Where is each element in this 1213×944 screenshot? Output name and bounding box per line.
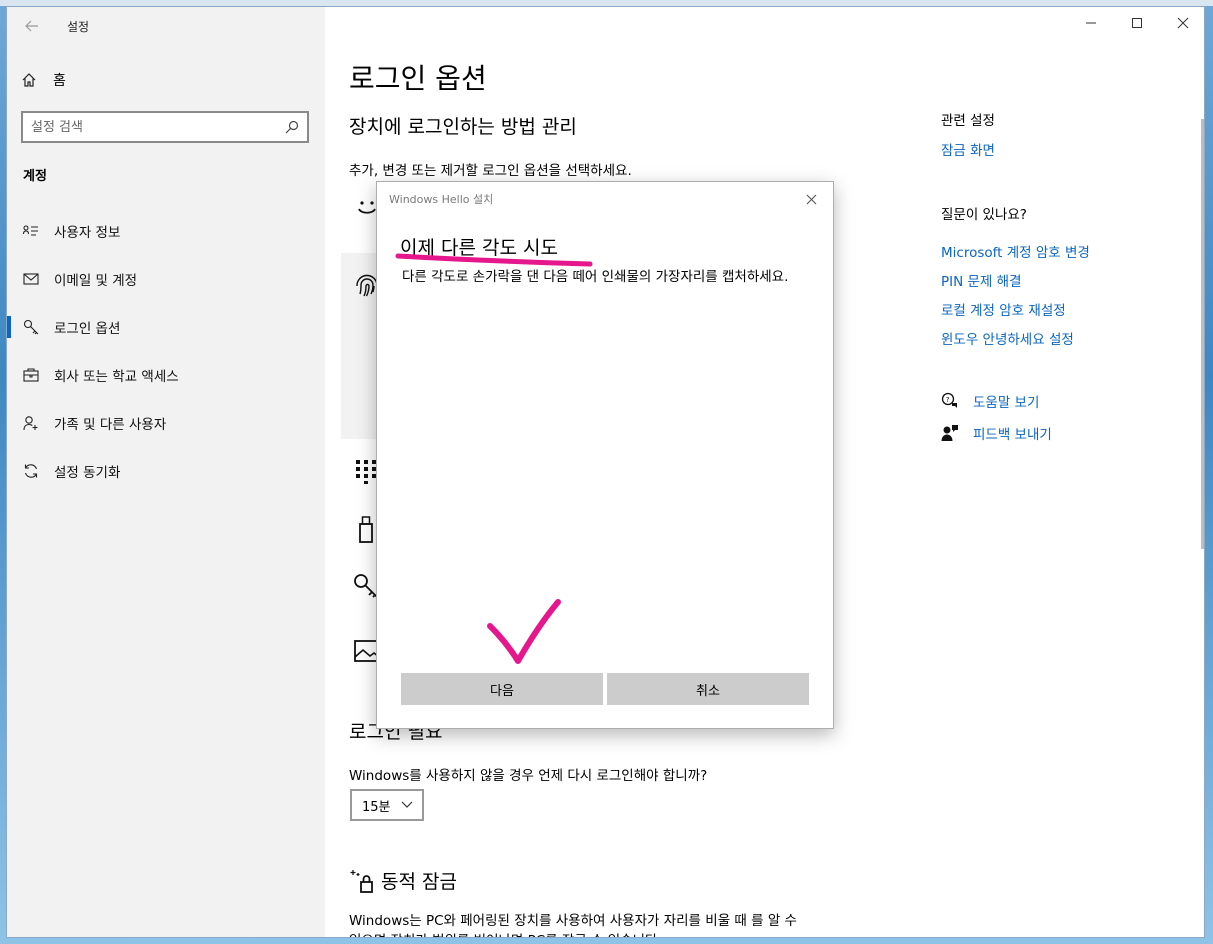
help-link-hello-setup[interactable]: 윈도우 안녕하세요 설정 <box>941 328 1201 348</box>
dialog-heading: 이제 다른 각도 시도 <box>400 237 558 259</box>
chevron-down-icon <box>401 799 413 812</box>
minimize-button[interactable] <box>1068 7 1114 39</box>
related-settings: 관련 설정 잠금 화면 <box>941 109 1201 159</box>
feedback-icon <box>941 425 958 441</box>
close-icon <box>1177 17 1189 29</box>
sidebar-item-signin-options[interactable]: 로그인 옵션 <box>7 303 325 351</box>
svg-text:?: ? <box>946 396 950 404</box>
related-settings-heading: 관련 설정 <box>941 113 995 129</box>
feedback-link[interactable]: 피드백 보내기 <box>941 417 1052 449</box>
nav-home[interactable]: 홈 <box>21 69 66 91</box>
app-title: 설정 <box>67 19 90 34</box>
dynamic-lock-heading: 동적 잠금 <box>381 871 457 893</box>
timeout-dropdown[interactable]: 15분 <box>350 789 424 821</box>
dialog-title: Windows Hello 설치 <box>389 193 494 206</box>
support-section: ? 도움말 보기 피드백 보내기 <box>941 385 1052 449</box>
sidebar-item-label: 이메일 및 계정 <box>54 273 138 289</box>
page-title: 로그인 옵션 <box>349 62 487 95</box>
back-button[interactable] <box>21 16 43 36</box>
get-help-link[interactable]: ? 도움말 보기 <box>941 385 1052 417</box>
windows-hello-dialog: Windows Hello 설치 이제 다른 각도 시도 다른 각도로 손가락을… <box>376 181 834 729</box>
timeout-value: 15분 <box>362 799 391 815</box>
sidebar-item-label: 가족 및 다른 사용자 <box>54 417 167 433</box>
maximize-button[interactable] <box>1114 7 1160 39</box>
sidebar-item-user-info[interactable]: 사용자 정보 <box>7 207 325 255</box>
close-button[interactable] <box>1160 7 1204 39</box>
sidebar-item-email[interactable]: 이메일 및 계정 <box>7 255 325 303</box>
minimize-icon <box>1086 22 1096 24</box>
search-icon[interactable] <box>285 120 299 134</box>
signin-question: Windows를 사용하지 않을 경우 언제 다시 로그인해야 합니까? <box>349 768 708 784</box>
help-section: 질문이 있나요? Microsoft 계정 암호 변경 PIN 문제 해결 로컬… <box>941 203 1201 357</box>
dialog-instructions: 다른 각도로 손가락을 댄 다음 떼어 인쇄물의 가장자리를 캡처하세요. <box>402 269 789 285</box>
get-help-label: 도움말 보기 <box>973 395 1040 411</box>
lock-screen-link[interactable]: 잠금 화면 <box>941 139 1201 159</box>
sidebar-item-label: 사용자 정보 <box>54 225 121 241</box>
sidebar-item-label: 로그인 옵션 <box>54 321 121 337</box>
help-heading: 질문이 있나요? <box>941 207 1027 223</box>
sidebar-item-label: 설정 동기화 <box>54 465 121 481</box>
cancel-button[interactable]: 취소 <box>607 673 809 705</box>
dynamic-lock-heading-row: 동적 잠금 <box>349 867 457 894</box>
briefcase-icon <box>23 368 39 382</box>
titlebar: 설정 <box>21 15 89 37</box>
maximize-icon <box>1132 18 1142 28</box>
nav-list: 사용자 정보 이메일 및 계정 로그인 옵션 회사 또는 학교 액세스 가족 및… <box>7 207 325 495</box>
key-icon <box>23 319 39 335</box>
back-arrow-icon <box>25 20 38 32</box>
nav-home-label: 홈 <box>53 73 66 89</box>
search-input[interactable] <box>31 119 285 135</box>
help-link-pin[interactable]: PIN 문제 해결 <box>941 270 1201 290</box>
help-chat-icon: ? <box>941 392 957 408</box>
sidebar-item-label: 회사 또는 학교 액세스 <box>54 369 179 385</box>
scrollbar[interactable] <box>1201 119 1204 549</box>
mail-icon <box>23 273 39 285</box>
person-add-icon <box>23 416 38 431</box>
sidebar-item-work-school[interactable]: 회사 또는 학교 액세스 <box>7 351 325 399</box>
sync-icon <box>24 464 38 478</box>
dialog-close-button[interactable] <box>799 188 823 210</box>
home-icon <box>22 73 36 87</box>
feedback-label: 피드백 보내기 <box>973 427 1052 443</box>
sidebar-item-sync[interactable]: 설정 동기화 <box>7 447 325 495</box>
person-card-icon <box>23 225 38 236</box>
search-box[interactable] <box>21 111 309 143</box>
dynamic-lock-description: Windows는 PC와 페어링된 장치를 사용하여 사용자가 자리를 비울 때… <box>349 913 797 937</box>
window-controls <box>1068 7 1204 39</box>
page-description: 추가, 변경 또는 제거할 로그인 옵션을 선택하세요. <box>349 163 632 179</box>
dynamic-lock-icon <box>350 869 373 893</box>
section-label: 계정 <box>23 169 47 184</box>
help-link-ms-password[interactable]: Microsoft 계정 암호 변경 <box>941 241 1201 261</box>
sidebar-item-family[interactable]: 가족 및 다른 사용자 <box>7 399 325 447</box>
next-button[interactable]: 다음 <box>401 673 603 705</box>
help-link-local-password[interactable]: 로컬 계정 암호 재설정 <box>941 299 1201 319</box>
close-icon <box>806 194 816 204</box>
page-subtitle: 장치에 로그인하는 방법 관리 <box>349 116 577 138</box>
sidebar: 설정 홈 계정 사용자 정보 이메일 및 계정 로그인 옵션 <box>7 7 325 937</box>
